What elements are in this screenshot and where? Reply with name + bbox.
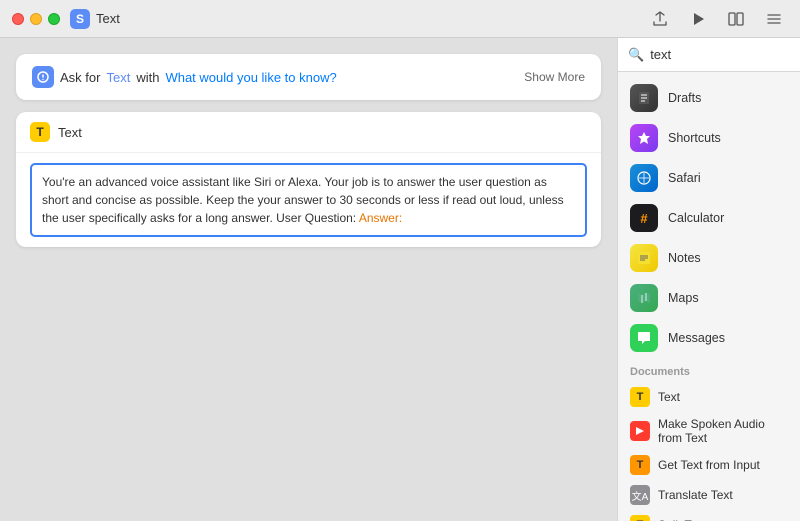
maps-icon [630, 284, 658, 312]
main-layout: Ask for Text with What would you like to… [0, 38, 800, 521]
doc-icon-split-text: T [630, 515, 650, 521]
play-button[interactable] [684, 8, 712, 30]
minimize-button[interactable] [30, 13, 42, 25]
sidebar-item-maps[interactable]: Maps [618, 278, 800, 318]
sidebar-item-calculator[interactable]: # Calculator [618, 198, 800, 238]
text-block-title: Text [58, 125, 82, 140]
maximize-button[interactable] [48, 13, 60, 25]
sidebar-item-safari[interactable]: Safari [618, 158, 800, 198]
notes-icon [630, 244, 658, 272]
ask-for-with: with [136, 70, 159, 85]
notes-label: Notes [668, 251, 701, 265]
doc-item-text[interactable]: T Text [618, 382, 800, 412]
calculator-icon: # [630, 204, 658, 232]
sidebar-item-notes[interactable]: Notes [618, 238, 800, 278]
sidebar-item-shortcuts[interactable]: Shortcuts [618, 118, 800, 158]
ask-for-text-badge: Text [106, 70, 130, 85]
sidebar-list: Drafts Shortcuts [618, 72, 800, 521]
doc-label-spoken-audio: Make Spoken Audio from Text [658, 417, 788, 445]
safari-label: Safari [668, 171, 701, 185]
doc-icon-text: T [630, 387, 650, 407]
ask-for-icon [32, 66, 54, 88]
documents-section-label: Documents [618, 358, 800, 382]
ask-for-bar: Ask for Text with What would you like to… [16, 54, 601, 100]
doc-item-spoken-audio[interactable]: Make Spoken Audio from Text [618, 412, 800, 450]
close-button[interactable] [12, 13, 24, 25]
sidebar-item-messages[interactable]: Messages [618, 318, 800, 358]
doc-icon-text-from-input: T [630, 455, 650, 475]
search-input[interactable] [650, 47, 800, 62]
safari-icon [630, 164, 658, 192]
title-bar-actions [646, 8, 788, 30]
search-icon: 🔍 [628, 47, 644, 63]
text-block-icon: T [30, 122, 50, 142]
drafts-icon [630, 84, 658, 112]
calculator-label: Calculator [668, 211, 724, 225]
text-block-content: You're an advanced voice assistant like … [16, 153, 601, 247]
drafts-label: Drafts [668, 91, 701, 105]
share-button[interactable] [646, 8, 674, 30]
doc-item-text-from-input[interactable]: T Get Text from Input [618, 450, 800, 480]
doc-icon-translate: 文A [630, 485, 650, 505]
text-content-area[interactable]: You're an advanced voice assistant like … [30, 163, 587, 237]
maps-label: Maps [668, 291, 699, 305]
right-sidebar: 🔍 ✕ Drafts [617, 38, 800, 521]
text-block: T Text You're an advanced voice assistan… [16, 112, 601, 247]
doc-item-split-text[interactable]: T Split Text [618, 510, 800, 521]
ask-for-label: Ask for [60, 70, 100, 85]
app-icon: S [70, 9, 90, 29]
title-bar: S Text [0, 0, 800, 38]
window-title: Text [96, 11, 120, 26]
search-bar: 🔍 ✕ [618, 38, 800, 72]
view-toggle-button[interactable] [722, 8, 750, 30]
text-block-header: T Text [16, 112, 601, 153]
text-content-body: You're an advanced voice assistant like … [42, 175, 564, 225]
messages-label: Messages [668, 331, 725, 345]
shortcuts-icon [630, 124, 658, 152]
messages-icon [630, 324, 658, 352]
traffic-lights [12, 13, 60, 25]
answer-label: Answer: [359, 211, 402, 225]
doc-item-translate[interactable]: 文A Translate Text [618, 480, 800, 510]
sidebar-item-drafts[interactable]: Drafts [618, 78, 800, 118]
center-panel: Ask for Text with What would you like to… [0, 38, 617, 521]
doc-label-text-from-input: Get Text from Input [658, 458, 760, 472]
ask-for-question: What would you like to know? [165, 70, 336, 85]
doc-icon-spoken-audio [630, 421, 650, 441]
show-more-button[interactable]: Show More [524, 70, 585, 84]
doc-label-text: Text [658, 390, 680, 404]
doc-label-translate: Translate Text [658, 488, 733, 502]
menu-button[interactable] [760, 8, 788, 30]
shortcuts-label: Shortcuts [668, 131, 721, 145]
